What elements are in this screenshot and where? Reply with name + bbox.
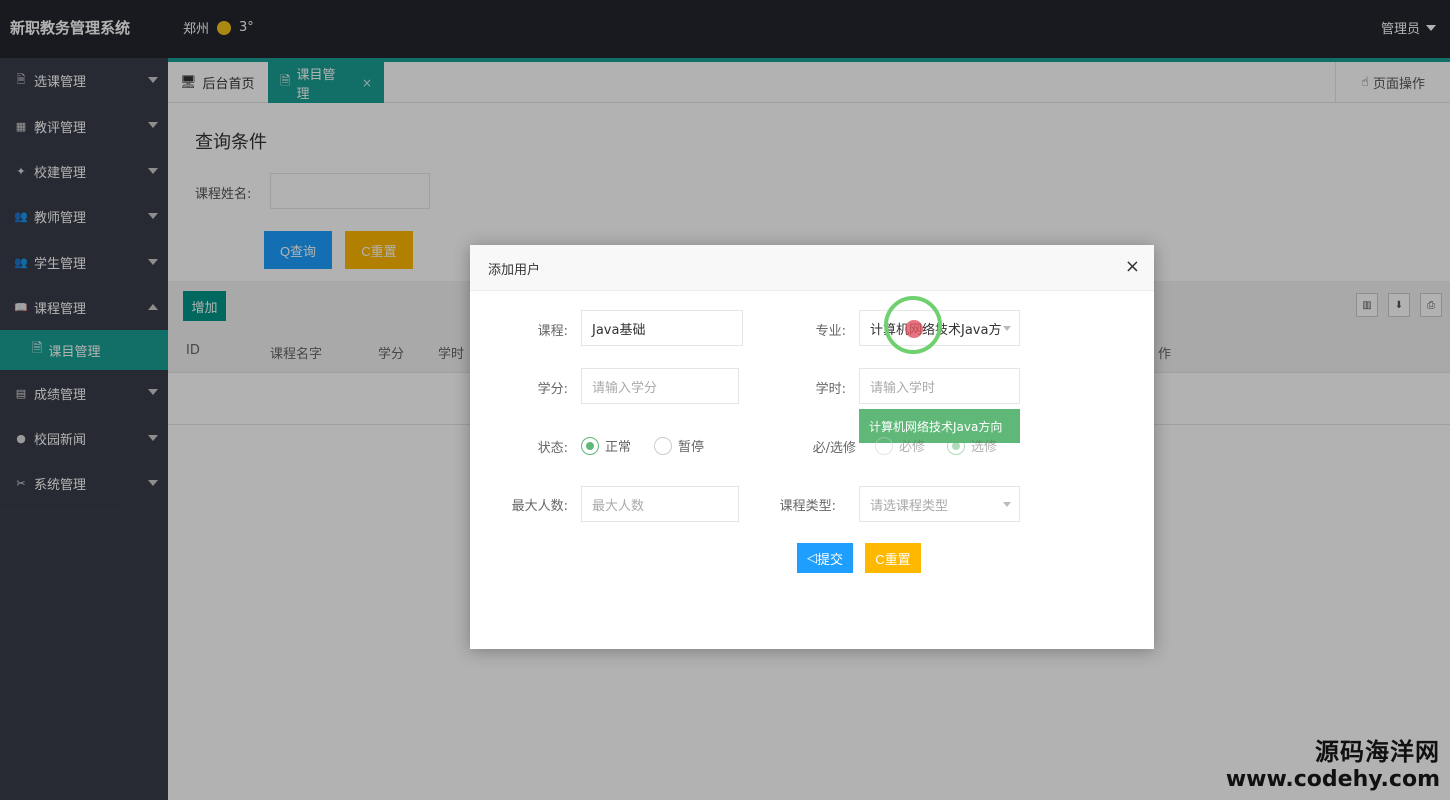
course-label: 课程: (537, 324, 568, 339)
dialog-reset-button[interactable]: C重置 (865, 543, 921, 573)
hours-label: 学时: (815, 382, 846, 397)
course-type-placeholder: 请选课程类型 (870, 498, 949, 514)
elective-radio[interactable]: 选修 (947, 436, 997, 455)
radio-label: 选修 (971, 440, 998, 455)
send-icon: ◁ (806, 550, 817, 565)
radio-label: 正常 (605, 440, 632, 455)
watermark-url: www.codehy.com (1225, 767, 1440, 792)
dialog-title: 添加用户 (488, 263, 541, 278)
submit-button-label: 提交 (816, 551, 843, 567)
radio-label: 必修 (899, 440, 926, 455)
required-radio[interactable]: 必修 (875, 436, 925, 455)
chevron-down-icon (1003, 502, 1011, 507)
status-radio-paused[interactable]: 暂停 (654, 436, 704, 455)
watermark: 源码海洋网 www.codehy.com (1226, 732, 1440, 792)
status-radio-normal[interactable]: 正常 (581, 436, 631, 455)
status-label: 状态: (537, 441, 568, 456)
submit-button[interactable]: ◁ 提交 (797, 543, 853, 573)
credit-label: 学分: (537, 382, 568, 397)
course-type-label: 课程类型: (779, 499, 836, 514)
chevron-down-icon (1003, 326, 1011, 331)
radio-checked-icon (581, 436, 599, 455)
dialog-header: 添加用户 × (470, 245, 1154, 291)
radio-unchecked-icon (654, 436, 672, 455)
watermark-site-name: 源码海洋网 (1315, 738, 1440, 766)
add-user-dialog: 添加用户 × 课程: Java基础 专业: 计算机网络技术Java方 学分: 请… (470, 245, 1154, 649)
major-label: 专业: (815, 324, 846, 339)
max-students-input[interactable]: 最大人数 (581, 486, 739, 522)
max-students-label: 最大人数: (511, 499, 568, 514)
radio-unchecked-icon (875, 436, 893, 455)
course-input[interactable]: Java基础 (581, 310, 743, 346)
close-icon[interactable]: × (1125, 256, 1140, 277)
required-elective-label: 必/选修 (812, 441, 856, 456)
credit-input[interactable]: 请输入学分 (581, 368, 739, 404)
course-type-select[interactable]: 请选课程类型 (859, 486, 1020, 522)
hours-input[interactable]: 请输入学时 (859, 368, 1020, 404)
radio-checked-icon (947, 436, 965, 455)
radio-label: 暂停 (678, 440, 705, 455)
cursor-click-indicator (905, 320, 923, 338)
